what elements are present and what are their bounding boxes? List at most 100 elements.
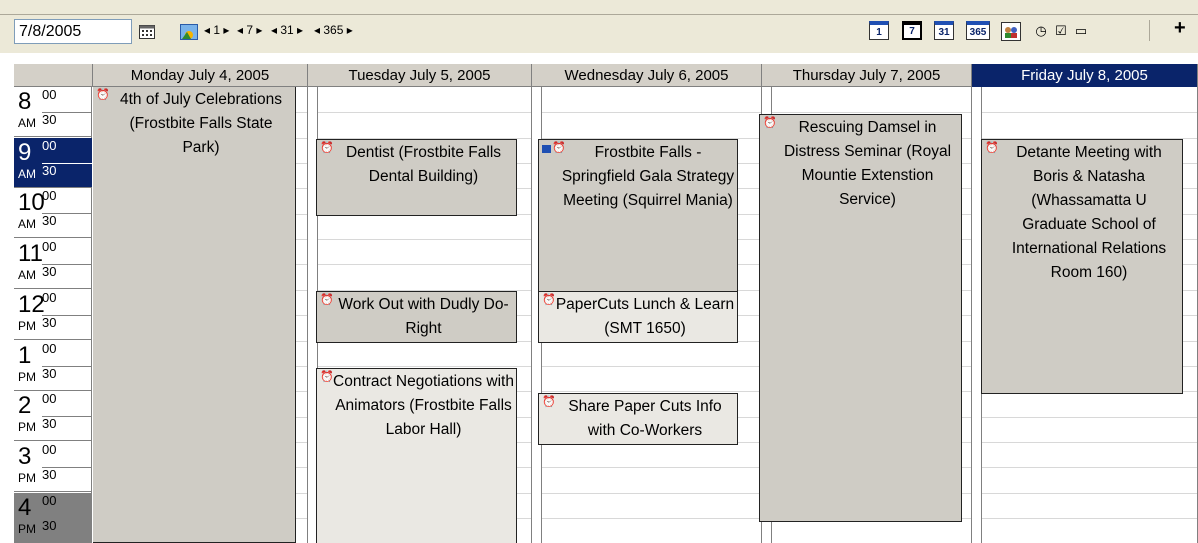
event-text: Work Out with Dudly Do-Right (338, 296, 509, 337)
bell-icon: ⏰ (763, 117, 777, 129)
minute-00-label: 00 (42, 492, 57, 508)
ampm-label: PM (18, 369, 36, 384)
bell-icon: ⏰ (542, 294, 556, 306)
today-button[interactable] (179, 22, 199, 42)
event-text: Detante Meeting with Boris & Natasha (Wh… (1011, 144, 1167, 281)
hour-cell[interactable]: 8 AM 00 30 (14, 87, 92, 137)
hour-cell[interactable]: 4 PM 00 30 (14, 492, 92, 543)
nav-year-label: 365 (323, 23, 344, 37)
bell-icon: ⏰ (320, 142, 334, 154)
event-text: 4th of July Celebrations (Frostbite Fall… (120, 91, 282, 156)
event-gala-strategy-meeting[interactable]: ⏰ Frostbite Falls - Springfield Gala Str… (538, 139, 738, 293)
minute-30-label: 30 (42, 365, 57, 381)
ampm-label: PM (18, 420, 36, 435)
event-detante-meeting[interactable]: ⏰ Detante Meeting with Boris & Natasha (… (981, 139, 1183, 394)
event-july-4th-celebrations[interactable]: ⏰ 4th of July Celebrations (Frostbite Fa… (93, 87, 296, 543)
clock-button[interactable]: ◷ (1031, 21, 1051, 41)
hour-cell[interactable]: 1 PM 00 30 (14, 341, 92, 391)
nav-day-group[interactable]: ◂ 1 ▸ (204, 22, 229, 38)
today-icon (180, 24, 198, 40)
day-header-monday[interactable]: Monday July 4, 2005 (93, 64, 308, 87)
event-share-paper-cuts[interactable]: ⏰ Share Paper Cuts Info with Co-Workers (538, 393, 738, 445)
ampm-label: PM (18, 470, 36, 485)
note-button[interactable]: ▭ (1071, 21, 1091, 41)
minute-00-label: 00 (42, 188, 57, 204)
week-view-button[interactable]: 7 (902, 21, 922, 40)
hour-cell[interactable]: 11 AM 00 30 (14, 239, 92, 290)
time-column: 8 AM 00 30 9 AM 00 30 10 AM 00 30 11 AM 00 30 12 PM 00 30 1 P… (14, 87, 92, 543)
hour-cell[interactable]: 9 AM 00 30 (14, 137, 92, 188)
calendar-icon (139, 25, 155, 39)
event-dentist[interactable]: ⏰ Dentist (Frostbite Falls Dental Buildi… (316, 139, 517, 216)
event-papercuts-lunch[interactable]: ⏰ PaperCuts Lunch & Learn (SMT 1650) (538, 291, 738, 343)
calendar-grid: Monday July 4, 2005 Tuesday July 5, 2005… (14, 64, 1198, 543)
event-text: Share Paper Cuts Info with Co-Workers (568, 398, 722, 439)
day-header-thursday[interactable]: Thursday July 7, 2005 (762, 64, 972, 87)
toolbar-divider (0, 14, 1198, 15)
corner-cell (14, 64, 93, 87)
minute-00-label: 00 (42, 87, 57, 102)
event-text: Contract Negotiations with Animators (Fr… (333, 373, 514, 438)
hour-cell[interactable]: 12 PM 00 30 (14, 290, 92, 340)
minute-00-label: 00 (42, 239, 57, 255)
year-view-button[interactable]: 365 (966, 21, 990, 40)
hour-label: 1 (18, 341, 32, 369)
calendar-picker-button[interactable] (137, 22, 157, 42)
add-button[interactable]: + (1174, 17, 1186, 40)
nav-month-label: 31 (280, 23, 294, 37)
nav-week-group[interactable]: ◂ 7 ▸ (237, 22, 262, 38)
day-view-button[interactable]: 1 (869, 21, 889, 40)
minute-00-label: 00 (42, 391, 57, 407)
toolbar-separator (1149, 20, 1150, 41)
ampm-label: PM (18, 318, 36, 333)
note-icon: ▭ (1074, 23, 1088, 38)
nav-month-group[interactable]: ◂ 31 ▸ (271, 22, 303, 38)
event-text: PaperCuts Lunch & Learn (SMT 1650) (555, 296, 735, 337)
hour-label: 12 (18, 290, 45, 318)
event-work-out[interactable]: ⏰ Work Out with Dudly Do-Right (316, 291, 517, 343)
clock-icon: ◷ (1035, 23, 1047, 38)
minute-00-label: 00 (42, 137, 57, 153)
bell-icon: ⏰ (320, 294, 334, 306)
hour-label: 9 (18, 138, 32, 166)
hour-label: 11 (18, 240, 43, 268)
nav-year-group[interactable]: ◂ 365 ▸ (314, 22, 353, 38)
day-header-wednesday[interactable]: Wednesday July 6, 2005 (532, 64, 762, 87)
event-contract-negotiations[interactable]: ⏰ Contract Negotiations with Animators (… (316, 368, 517, 543)
date-input[interactable]: 7/8/2005 (14, 19, 132, 44)
bell-icon: ⏰ (985, 142, 999, 154)
day-header-row: Monday July 4, 2005 Tuesday July 5, 2005… (14, 64, 1198, 87)
minute-00-label: 00 (42, 340, 57, 356)
bell-icon: ⏰ (320, 371, 334, 383)
minute-00-label: 00 (42, 289, 57, 305)
minute-30-label: 30 (42, 264, 57, 280)
hour-cell[interactable]: 2 PM 00 30 (14, 391, 92, 442)
hour-label: 8 (18, 88, 32, 115)
month-view-button[interactable]: 31 (934, 21, 954, 40)
hour-label: 10 (18, 189, 45, 217)
event-text: Rescuing Damsel in Distress Seminar (Roy… (783, 119, 952, 208)
people-icon (542, 145, 551, 153)
event-rescuing-damsel-seminar[interactable]: ⏰ Rescuing Damsel in Distress Seminar (R… (759, 114, 962, 522)
bell-icon: ⏰ (552, 142, 566, 154)
ampm-label: AM (18, 217, 36, 232)
people-view-button[interactable] (1001, 21, 1021, 41)
nav-day-label: 1 (213, 23, 221, 37)
nav-week-label: 7 (246, 23, 254, 37)
minute-30-label: 30 (42, 162, 57, 178)
event-text: Frostbite Falls - Springfield Gala Strat… (561, 144, 735, 209)
ampm-label: AM (18, 268, 36, 283)
day-header-friday[interactable]: Friday July 8, 2005 (972, 64, 1198, 87)
ampm-label: AM (18, 116, 36, 130)
hour-cell[interactable]: 3 PM 00 30 (14, 442, 92, 492)
minute-30-label: 30 (42, 466, 57, 482)
day-header-tuesday[interactable]: Tuesday July 5, 2005 (308, 64, 532, 87)
task-button[interactable]: ☑ (1051, 21, 1071, 41)
people-icon (1001, 21, 1021, 41)
ampm-label: AM (18, 166, 36, 181)
minute-30-label: 30 (42, 416, 57, 432)
hour-cell[interactable]: 10 AM 00 30 (14, 188, 92, 239)
minute-30-label: 30 (42, 314, 57, 330)
minute-30-label: 30 (42, 517, 57, 533)
bell-icon: ⏰ (96, 89, 110, 101)
